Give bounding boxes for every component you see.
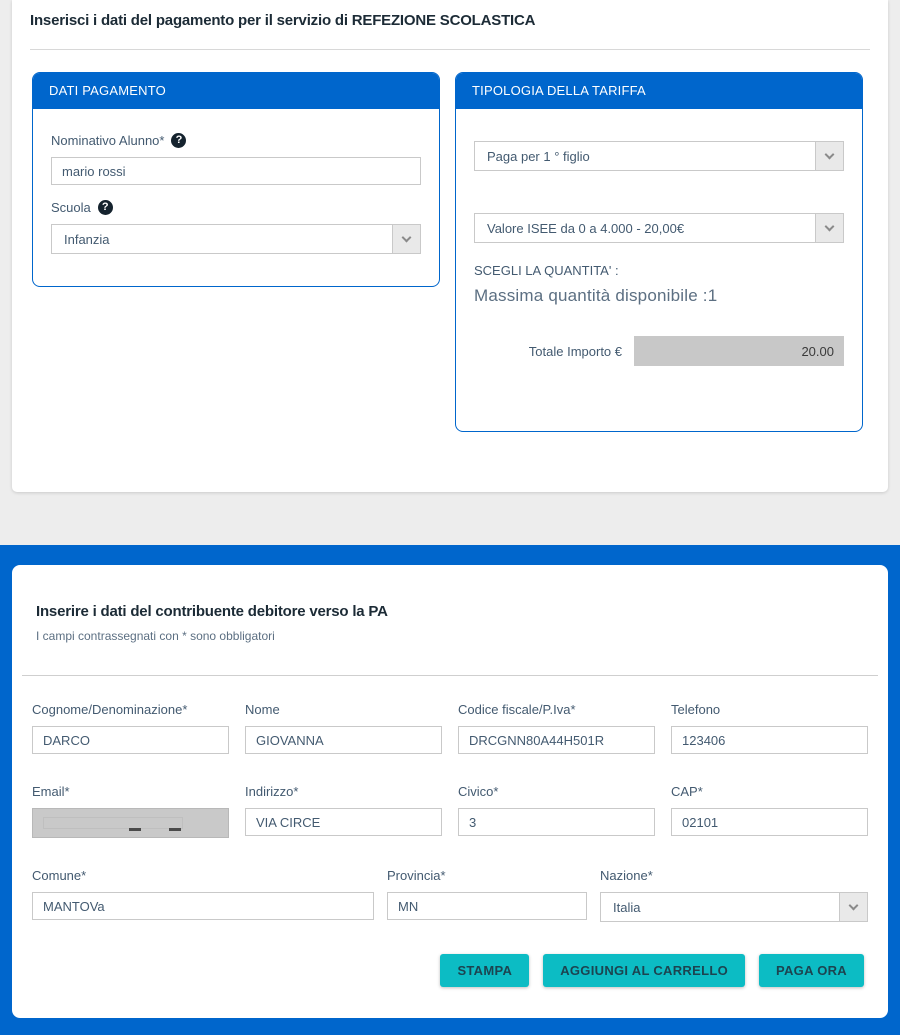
scuola-select-value: Infanzia: [64, 232, 110, 247]
help-icon[interactable]: ?: [171, 133, 186, 148]
help-icon[interactable]: ?: [98, 200, 113, 215]
cognome-input[interactable]: [32, 726, 229, 754]
actions-row: STAMPA AGGIUNGI AL CARRELLO PAGA ORA: [12, 954, 888, 987]
aggiungi-al-carrello-button[interactable]: AGGIUNGI AL CARRELLO: [543, 954, 745, 987]
totale-importo-label: Totale Importo €: [529, 344, 622, 359]
contribuente-section: Inserire i dati del contribuente debitor…: [0, 545, 900, 1035]
chevron-down-icon[interactable]: [815, 142, 843, 170]
figlio-select-value: Paga per 1 ° figlio: [487, 149, 590, 164]
civico-label: Civico*: [458, 784, 655, 799]
indirizzo-field-group: Indirizzo*: [245, 784, 442, 838]
fields-row-1: Cognome/Denominazione* Nome Codice fisca…: [32, 702, 868, 754]
fields-row-2: Email* Indirizzo* Civico* CAP*: [32, 784, 868, 838]
contribuente-title: Inserire i dati del contribuente debitor…: [36, 603, 864, 620]
cap-input[interactable]: [671, 808, 868, 836]
cap-label: CAP*: [671, 784, 868, 799]
contribuente-subtitle: I campi contrassegnati con * sono obblig…: [36, 629, 864, 643]
telefono-input[interactable]: [671, 726, 868, 754]
nominativo-alunno-label-row: Nominativo Alunno* ?: [51, 133, 421, 148]
panels-row: DATI PAGAMENTO Nominativo Alunno* ? Scuo…: [12, 50, 888, 432]
contribuente-fields: Cognome/Denominazione* Nome Codice fisca…: [12, 676, 888, 922]
figlio-select[interactable]: Paga per 1 ° figlio: [474, 141, 844, 171]
paga-ora-button[interactable]: PAGA ORA: [759, 954, 864, 987]
dati-pagamento-body: Nominativo Alunno* ? Scuola ? Infanzia: [33, 109, 439, 254]
tipologia-tariffa-body: Paga per 1 ° figlio Valore ISEE da 0 a 4…: [456, 109, 862, 366]
codice-fiscale-input[interactable]: [458, 726, 655, 754]
dati-pagamento-header: DATI PAGAMENTO: [33, 73, 439, 109]
comune-input[interactable]: [32, 892, 374, 920]
chevron-shape: [825, 222, 835, 232]
email-field-group: Email*: [32, 784, 229, 838]
massima-quantita-text: Massima quantità disponibile :1: [474, 286, 844, 306]
chevron-shape: [402, 233, 412, 243]
indirizzo-input[interactable]: [245, 808, 442, 836]
cognome-field-group: Cognome/Denominazione*: [32, 702, 229, 754]
indirizzo-label: Indirizzo*: [245, 784, 442, 799]
nazione-select[interactable]: Italia: [600, 892, 868, 922]
contribuente-head: Inserire i dati del contribuente debitor…: [12, 565, 888, 643]
chevron-down-icon[interactable]: [392, 225, 420, 253]
nome-label: Nome: [245, 702, 442, 717]
tipologia-tariffa-header: TIPOLOGIA DELLA TARIFFA: [456, 73, 862, 109]
payment-data-card: Inserisci i dati del pagamento per il se…: [12, 0, 888, 492]
section-gap: [0, 492, 900, 545]
redaction-mark: [129, 828, 141, 831]
scuola-label: Scuola: [51, 200, 91, 215]
page-title: Inserisci i dati del pagamento per il se…: [12, 0, 888, 29]
codice-fiscale-field-group: Codice fiscale/P.Iva*: [458, 702, 655, 754]
totale-importo-field: 20.00: [634, 336, 844, 366]
tipologia-tariffa-panel: TIPOLOGIA DELLA TARIFFA Paga per 1 ° fig…: [455, 72, 863, 432]
email-field[interactable]: [32, 808, 229, 838]
civico-field-group: Civico*: [458, 784, 655, 838]
nominativo-alunno-label: Nominativo Alunno*: [51, 133, 164, 148]
chevron-down-icon[interactable]: [815, 214, 843, 242]
scuola-label-row: Scuola ?: [51, 200, 421, 215]
scegli-quantita-label: SCEGLI LA QUANTITA' :: [474, 263, 844, 278]
redaction-mark: [169, 828, 181, 831]
isee-select[interactable]: Valore ISEE da 0 a 4.000 - 20,00€: [474, 213, 844, 243]
telefono-label: Telefono: [671, 702, 868, 717]
nazione-field-group: Nazione* Italia: [600, 868, 868, 922]
civico-input[interactable]: [458, 808, 655, 836]
stampa-button[interactable]: STAMPA: [440, 954, 529, 987]
nazione-select-value: Italia: [613, 900, 640, 915]
chevron-down-icon[interactable]: [839, 893, 867, 921]
chevron-shape: [849, 901, 859, 911]
cognome-label: Cognome/Denominazione*: [32, 702, 229, 717]
scuola-select[interactable]: Infanzia: [51, 224, 421, 254]
contribuente-card: Inserire i dati del contribuente debitor…: [12, 565, 888, 1018]
nominativo-alunno-input[interactable]: [51, 157, 421, 185]
comune-label: Comune*: [32, 868, 374, 883]
comune-field-group: Comune*: [32, 868, 374, 922]
provincia-label: Provincia*: [387, 868, 587, 883]
dati-pagamento-panel: DATI PAGAMENTO Nominativo Alunno* ? Scuo…: [32, 72, 440, 287]
cap-field-group: CAP*: [671, 784, 868, 838]
nome-field-group: Nome: [245, 702, 442, 754]
email-label: Email*: [32, 784, 229, 799]
nazione-label: Nazione*: [600, 868, 868, 883]
chevron-shape: [825, 150, 835, 160]
provincia-field-group: Provincia*: [387, 868, 587, 922]
telefono-field-group: Telefono: [671, 702, 868, 754]
isee-select-value: Valore ISEE da 0 a 4.000 - 20,00€: [487, 221, 684, 236]
codice-fiscale-label: Codice fiscale/P.Iva*: [458, 702, 655, 717]
provincia-input[interactable]: [387, 892, 587, 920]
totale-importo-row: Totale Importo € 20.00: [474, 336, 844, 366]
fields-row-3: Comune* Provincia* Nazione* Italia: [32, 868, 868, 922]
nome-input[interactable]: [245, 726, 442, 754]
